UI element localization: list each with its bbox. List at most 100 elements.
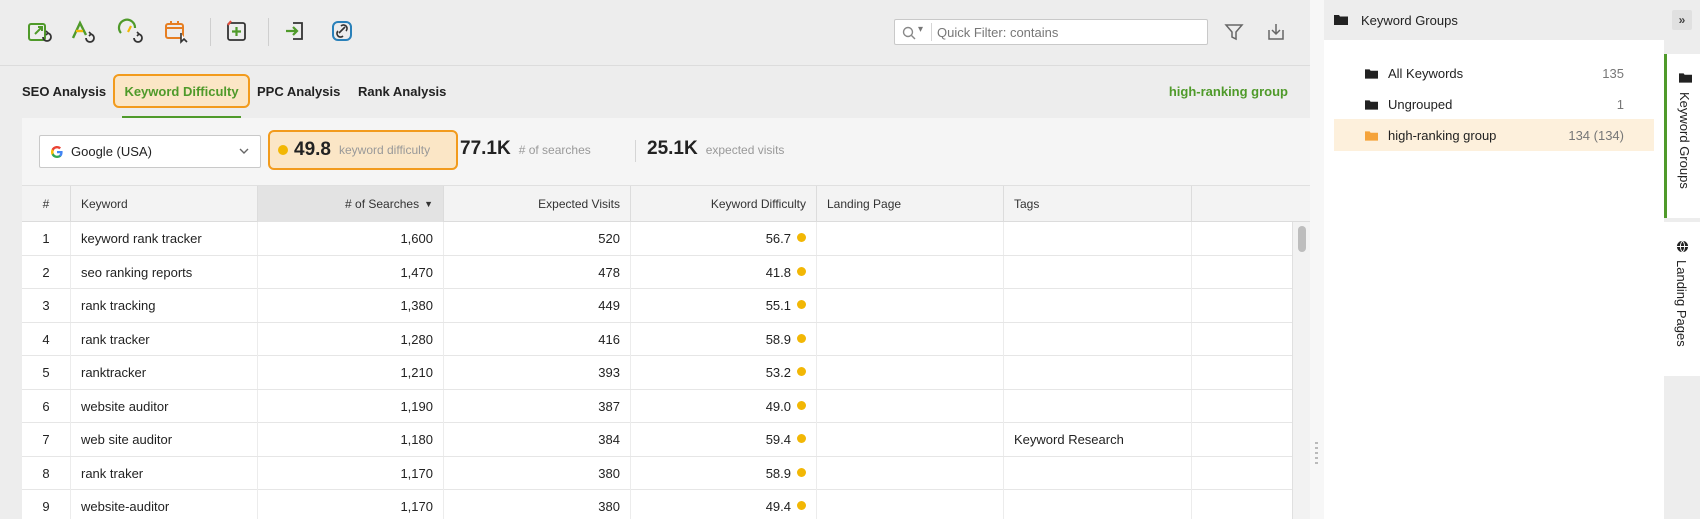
cell-expected-visits: 478 (444, 255, 631, 289)
keyword-group-item[interactable]: All Keywords 135 (1334, 57, 1654, 89)
export-icon[interactable] (1264, 20, 1288, 44)
keyword-group-name: Ungrouped (1388, 96, 1453, 112)
table-row[interactable]: 1 keyword rank tracker 1,600 520 56.7 (22, 222, 1292, 256)
cell-searches-text: 1,190 (400, 398, 433, 414)
cell-expected-visits: 384 (444, 423, 631, 456)
cell-index: 3 (22, 289, 71, 322)
tab-rank-analysis[interactable]: Rank Analysis (358, 84, 446, 99)
cell-expected-visits: 387 (444, 389, 631, 423)
update-searches-icon[interactable] (115, 16, 145, 46)
table-row[interactable]: 5 ranktracker 1,210 393 53.2 (22, 356, 1292, 390)
update-rankings-icon[interactable] (24, 16, 54, 46)
cell-index: 7 (22, 423, 71, 456)
panel-splitter[interactable] (1310, 0, 1324, 519)
table-row[interactable]: 7 web site auditor 1,180 384 59.4 Keyword Res… (22, 423, 1292, 457)
tab-ppc-analysis[interactable]: PPC Analysis (257, 84, 340, 99)
column-header-keyword[interactable]: Keyword (71, 186, 258, 222)
cell-expected-visits-text: 449 (598, 298, 620, 313)
cell-expected-visits-text: 387 (598, 398, 620, 414)
cell-keyword-difficulty-text: 49.0 (765, 398, 791, 414)
cell-tags (1004, 490, 1192, 519)
table-body: 1 keyword rank tracker 1,600 520 56.7 2 seo ra… (22, 222, 1292, 519)
table-row[interactable]: 3 rank tracking 1,380 449 55.1 (22, 289, 1292, 323)
cell-index-text: 6 (42, 398, 50, 414)
table-row[interactable]: 9 website-auditor 1,170 380 49.4 (22, 490, 1292, 519)
cell-expected-visits: 449 (444, 289, 631, 322)
cell-index: 2 (22, 255, 71, 289)
keyword-groups-title: Keyword Groups (1361, 13, 1458, 28)
chevron-down-icon[interactable]: ▾ (918, 24, 923, 35)
cell-keyword-difficulty: 58.9 (631, 322, 817, 356)
tab-seo-analysis[interactable]: SEO Analysis (22, 84, 106, 99)
search-engine-label: Google (USA) (71, 144, 152, 159)
folder-icon (1365, 99, 1378, 110)
keyword-difficulty-label: keyword difficulty (338, 143, 431, 157)
cell-landing-page (817, 255, 1004, 289)
tab-keyword-difficulty[interactable]: Keyword Difficulty (113, 74, 250, 108)
import-keywords-icon[interactable] (280, 16, 310, 46)
column-header-index[interactable]: # (22, 186, 71, 222)
searches-stat: 77.1K # of searches (460, 138, 591, 160)
folder-icon (1679, 73, 1692, 83)
difficulty-dot-icon (797, 467, 806, 477)
cell-index: 6 (22, 389, 71, 423)
cell-keyword-difficulty-text: 55.1 (765, 298, 791, 313)
table-scrollbar[interactable] (1292, 222, 1310, 519)
quick-filter-input[interactable] (937, 22, 1199, 42)
search-icon (902, 26, 916, 40)
searches-value: 77.1K (460, 138, 511, 159)
side-tab-keyword-groups[interactable]: Keyword Groups (1664, 54, 1700, 218)
sort-descending-icon: ▼ (424, 199, 433, 209)
difficulty-dot-icon (278, 145, 288, 155)
column-header-tags[interactable]: Tags (1004, 186, 1192, 222)
update-schedule-icon[interactable] (161, 16, 191, 46)
keyword-difficulty-stat: 49.8 keyword difficulty (268, 130, 458, 170)
column-header-expected-visits[interactable]: Expected Visits (444, 186, 631, 222)
cell-index-text: 5 (42, 365, 50, 380)
cell-index-text: 8 (42, 465, 50, 481)
keyword-groups-panel: Keyword Groups All Keywords 135 Ungrouped 1… (1324, 0, 1700, 519)
link-icon[interactable] (327, 16, 357, 46)
collapse-panel-button[interactable]: » (1672, 10, 1692, 30)
cell-keyword: web site auditor (71, 423, 258, 456)
column-header-searches[interactable]: # of Searches ▼ (258, 186, 444, 222)
cell-index: 8 (22, 456, 71, 490)
column-header-keyword-difficulty[interactable]: Keyword Difficulty (631, 186, 817, 222)
scrollbar-thumb[interactable] (1298, 226, 1306, 252)
google-icon (51, 145, 63, 158)
cell-keyword-text: seo ranking reports (81, 264, 193, 280)
keyword-group-item[interactable]: high-ranking group 134 (134) (1334, 119, 1654, 151)
keyword-group-item[interactable]: Ungrouped 1 (1334, 88, 1654, 120)
cell-searches-text: 1,210 (400, 365, 433, 380)
side-tab-landing-pages[interactable]: Landing Pages (1664, 222, 1700, 376)
visits-value: 25.1K (647, 138, 698, 159)
cell-tags-text: Keyword Research (1014, 432, 1124, 447)
cell-keyword: seo ranking reports (71, 255, 258, 289)
quick-filter[interactable]: ▾ (894, 19, 1208, 45)
cell-keyword-difficulty-text: 49.4 (765, 499, 791, 514)
table-row[interactable]: 4 rank tracker 1,280 416 58.9 (22, 322, 1292, 356)
update-keyword-difficulty-icon[interactable] (67, 16, 97, 46)
cell-expected-visits: 380 (444, 456, 631, 490)
cell-searches: 1,600 (258, 222, 444, 255)
cell-keyword-difficulty-text: 53.2 (765, 365, 791, 380)
table-row[interactable]: 8 rank traker 1,170 380 58.9 (22, 456, 1292, 490)
cell-searches: 1,280 (258, 322, 444, 356)
toolbar-separator (268, 18, 269, 46)
cell-expected-visits-text: 478 (598, 264, 620, 280)
difficulty-dot-icon (797, 233, 806, 242)
search-engine-select[interactable]: Google (USA) (39, 135, 261, 168)
difficulty-dot-icon (797, 501, 806, 510)
column-header-landing-page[interactable]: Landing Page (817, 186, 1004, 222)
add-keywords-icon[interactable] (222, 16, 252, 46)
cell-index-text: 9 (42, 499, 50, 514)
cell-landing-page (817, 389, 1004, 423)
table-row[interactable]: 2 seo ranking reports 1,470 478 41.8 (22, 255, 1292, 289)
filter-divider (931, 23, 932, 41)
table-row[interactable]: 6 website auditor 1,190 387 49.0 (22, 389, 1292, 423)
splitter-grip[interactable] (1315, 442, 1318, 464)
filter-icon[interactable] (1222, 20, 1246, 44)
cell-index-text: 3 (42, 298, 50, 313)
visits-stat: 25.1K expected visits (647, 138, 784, 160)
cell-expected-visits-text: 520 (598, 231, 620, 246)
